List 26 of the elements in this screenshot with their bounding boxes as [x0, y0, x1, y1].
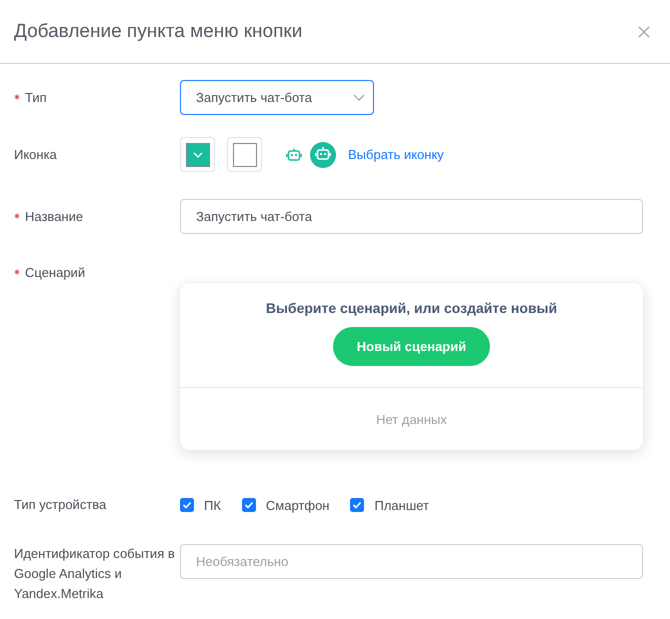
field-label: Название	[25, 208, 84, 226]
checkbox[interactable]	[180, 498, 194, 512]
type-select[interactable]: Запустить чат-бота	[180, 80, 374, 115]
close-icon[interactable]	[638, 26, 650, 38]
field-label: Иконка	[14, 146, 57, 164]
chevron-down-icon	[353, 94, 365, 101]
choose-icon-link[interactable]: Выбрать иконку	[348, 147, 444, 162]
checkbox-label: Смартфон	[266, 498, 330, 512]
field-label: Идентификатор события в Google Analytics и Yandex.Metrika	[14, 545, 176, 603]
checkbox-label: ПК	[204, 498, 221, 512]
checkbox-label: Планшет	[374, 498, 430, 512]
color-swatch[interactable]	[227, 137, 262, 172]
empty-text: Нет данных	[376, 412, 447, 426]
color-swatch[interactable]	[180, 137, 215, 172]
dialog-title: Добавление пункта меню кнопки	[14, 20, 302, 42]
event-id-field[interactable]: Необязательно	[180, 544, 643, 579]
field-label: Сценарий	[25, 264, 86, 282]
robot-icon	[310, 142, 336, 168]
name-field[interactable]: Запустить чат-бота	[180, 199, 643, 234]
robot-icon	[286, 148, 302, 162]
field-label: Тип устройства	[14, 496, 106, 514]
field-label: Тип	[25, 88, 47, 106]
checkbox[interactable]	[350, 498, 364, 512]
checkbox[interactable]	[242, 498, 256, 512]
chevron-down-icon	[192, 152, 202, 158]
card-heading: Выберите сценарий, или создайте новый	[266, 300, 558, 316]
